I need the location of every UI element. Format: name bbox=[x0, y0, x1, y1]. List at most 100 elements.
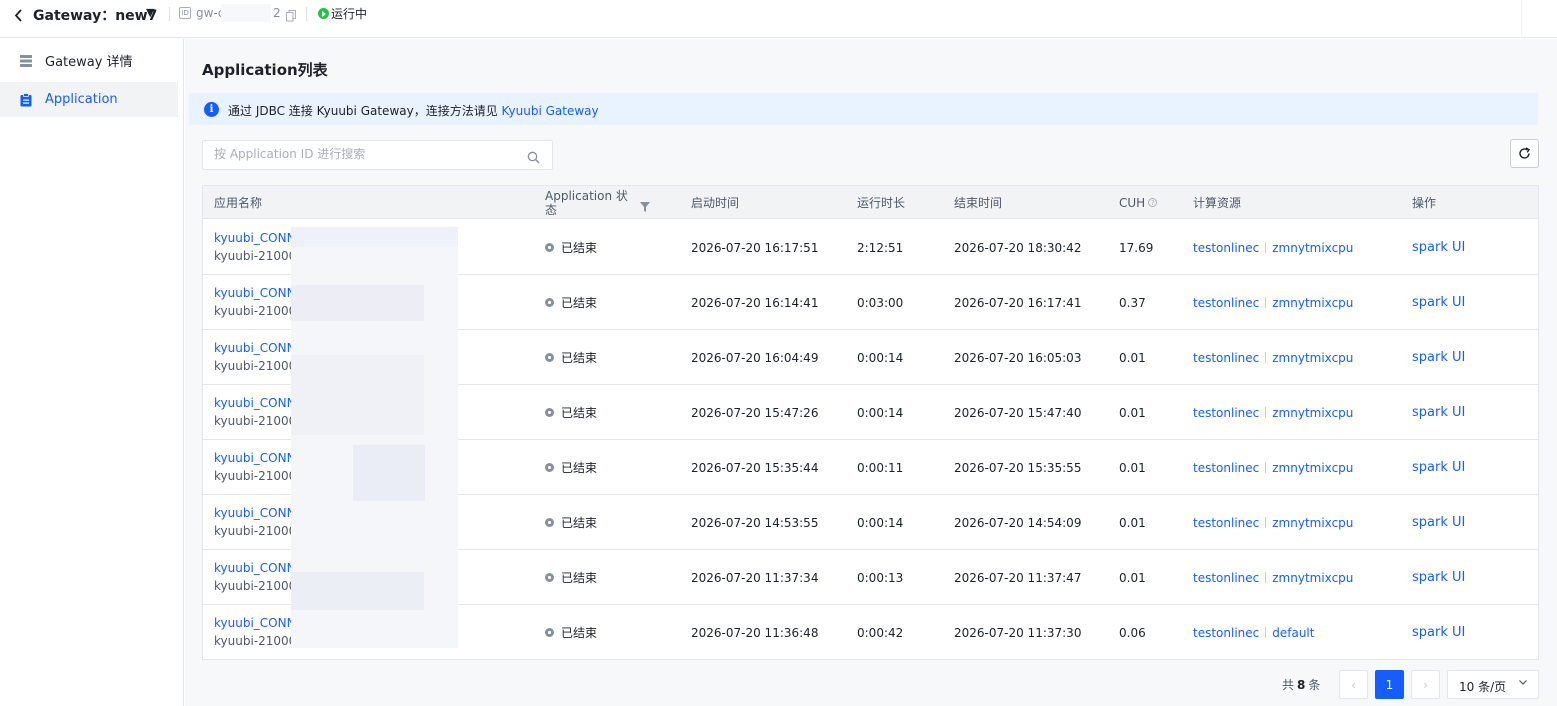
prev-page-button[interactable]: ‹ bbox=[1339, 670, 1368, 699]
resource-queue-link[interactable]: zmnytmixcpu bbox=[1272, 571, 1353, 585]
total-suffix: 条 bbox=[1308, 678, 1321, 692]
refresh-button[interactable] bbox=[1510, 139, 1539, 168]
resource-group-link[interactable]: testonlinec bbox=[1193, 516, 1259, 530]
app-id: kyuubi-21000 bbox=[214, 634, 297, 648]
gateway-id-suffix: 2 bbox=[273, 6, 281, 20]
actions-cell: spark UI bbox=[1412, 275, 1465, 330]
spark-ui-link[interactable]: spark UI bbox=[1412, 350, 1465, 365]
main-content: Application列表 i 通过 JDBC 连接 Kyuubi Gatewa… bbox=[185, 39, 1557, 706]
search-icon[interactable] bbox=[527, 149, 540, 164]
ended-status-icon bbox=[545, 518, 554, 527]
help-icon[interactable]: ? bbox=[1148, 198, 1158, 207]
cuh-value: 0.01 bbox=[1119, 570, 1146, 585]
resources-cell: testonlinec zmnytmixcpu bbox=[1193, 275, 1353, 330]
resources-cell: testonlinec default bbox=[1193, 605, 1314, 660]
divider bbox=[1265, 242, 1267, 253]
status-label: 已结束 bbox=[561, 351, 598, 365]
spark-ui-link[interactable]: spark UI bbox=[1412, 405, 1465, 420]
spark-ui-link[interactable]: spark UI bbox=[1412, 460, 1465, 475]
ended-status-icon bbox=[545, 298, 554, 307]
app-name-link[interactable]: kyuubi_CONN bbox=[214, 451, 296, 465]
resource-group-link[interactable]: testonlinec bbox=[1193, 461, 1259, 475]
spark-ui-link[interactable]: spark UI bbox=[1412, 295, 1465, 310]
gateway-switch-caret-icon[interactable]: ▼ bbox=[146, 6, 154, 19]
start-time: 2026-07-20 16:17:51 bbox=[691, 240, 819, 255]
divider bbox=[1265, 407, 1267, 418]
total-prefix: 共 bbox=[1282, 678, 1295, 692]
actions-cell: spark UI bbox=[1412, 495, 1465, 550]
search-input[interactable] bbox=[214, 147, 514, 161]
duration: 0:00:42 bbox=[857, 625, 904, 640]
status-label: 已结束 bbox=[561, 516, 598, 530]
ended-status-icon bbox=[545, 353, 554, 362]
actions-cell: spark UI bbox=[1412, 330, 1465, 385]
sidebar-item-application[interactable]: Application bbox=[0, 82, 178, 117]
end-time: 2026-07-20 18:30:42 bbox=[954, 240, 1082, 255]
end-time: 2026-07-20 11:37:47 bbox=[954, 570, 1082, 585]
resource-queue-link[interactable]: zmnytmixcpu bbox=[1272, 241, 1353, 255]
spark-ui-link[interactable]: spark UI bbox=[1412, 625, 1465, 640]
spark-ui-link[interactable]: spark UI bbox=[1412, 570, 1465, 585]
kyuubi-gateway-link[interactable]: Kyuubi Gateway bbox=[502, 104, 599, 118]
filter-icon[interactable] bbox=[640, 197, 650, 212]
ended-status-icon bbox=[545, 408, 554, 417]
resources-cell: testonlinec zmnytmixcpu bbox=[1193, 385, 1353, 440]
start-time: 2026-07-20 14:53:55 bbox=[691, 515, 819, 530]
duration: 0:03:00 bbox=[857, 295, 904, 310]
status-cell: 已结束 bbox=[545, 220, 597, 275]
start-time: 2026-07-20 11:36:48 bbox=[691, 625, 819, 640]
resource-group-link[interactable]: testonlinec bbox=[1193, 241, 1259, 255]
resource-queue-link[interactable]: zmnytmixcpu bbox=[1272, 406, 1353, 420]
resource-group-link[interactable]: testonlinec bbox=[1193, 626, 1259, 640]
duration: 0:00:13 bbox=[857, 570, 904, 585]
resource-group-link[interactable]: testonlinec bbox=[1193, 406, 1259, 420]
copy-icon[interactable] bbox=[286, 7, 296, 22]
total-number: 8 bbox=[1297, 678, 1306, 692]
app-name-link[interactable]: kyuubi_CONN bbox=[214, 396, 296, 410]
status-cell: 已结束 bbox=[545, 495, 597, 550]
cuh-value: 0.01 bbox=[1119, 405, 1146, 420]
cuh-value: 0.06 bbox=[1119, 625, 1146, 640]
resource-queue-link[interactable]: zmnytmixcpu bbox=[1272, 461, 1353, 475]
app-name-link[interactable]: kyuubi_CONN bbox=[214, 616, 296, 630]
app-name-link[interactable]: kyuubi_CONN bbox=[214, 231, 296, 245]
resource-group-link[interactable]: testonlinec bbox=[1193, 351, 1259, 365]
duration: 0:00:14 bbox=[857, 350, 904, 365]
resource-queue-link[interactable]: default bbox=[1272, 626, 1314, 640]
app-id: kyuubi-21000 bbox=[214, 524, 297, 538]
page-size-value: 10 条/页 bbox=[1459, 680, 1507, 694]
page-size-select[interactable]: 10 条/页 bbox=[1447, 670, 1539, 699]
running-status: 运行中 bbox=[318, 5, 367, 22]
status-cell: 已结束 bbox=[545, 330, 597, 385]
app-name-link[interactable]: kyuubi_CONN bbox=[214, 286, 296, 300]
divider bbox=[1265, 572, 1267, 583]
status-cell: 已结束 bbox=[545, 550, 597, 605]
resource-queue-link[interactable]: zmnytmixcpu bbox=[1272, 351, 1353, 365]
ended-status-icon bbox=[545, 628, 554, 637]
resource-group-link[interactable]: testonlinec bbox=[1193, 571, 1259, 585]
resource-queue-link[interactable]: zmnytmixcpu bbox=[1272, 296, 1353, 310]
app-name-link[interactable]: kyuubi_CONN bbox=[214, 341, 296, 355]
divider bbox=[1265, 462, 1267, 473]
next-page-button[interactable]: › bbox=[1411, 670, 1440, 699]
resource-group-link[interactable]: testonlinec bbox=[1193, 296, 1259, 310]
id-icon: ID bbox=[179, 7, 191, 19]
sidebar-item-gateway-details[interactable]: Gateway 详情 bbox=[0, 43, 178, 78]
page-1-button[interactable]: 1 bbox=[1375, 670, 1404, 699]
spark-ui-link[interactable]: spark UI bbox=[1412, 240, 1465, 255]
back-arrow-icon[interactable] bbox=[11, 8, 25, 22]
duration: 0:00:11 bbox=[857, 460, 904, 475]
app-name-link[interactable]: kyuubi_CONN bbox=[214, 506, 296, 520]
info-text: 通过 JDBC 连接 Kyuubi Gateway，连接方法请见 Kyuubi … bbox=[228, 102, 599, 119]
resource-queue-link[interactable]: zmnytmixcpu bbox=[1272, 516, 1353, 530]
divider bbox=[1521, 0, 1522, 36]
spark-ui-link[interactable]: spark UI bbox=[1412, 515, 1465, 530]
duration: 2:12:51 bbox=[857, 240, 904, 255]
start-time: 2026-07-20 15:35:44 bbox=[691, 460, 819, 475]
app-name-link[interactable]: kyuubi_CONN bbox=[214, 561, 296, 575]
cuh-value: 0.37 bbox=[1119, 295, 1146, 310]
resources-cell: testonlinec zmnytmixcpu bbox=[1193, 440, 1353, 495]
app-id: kyuubi-21000 bbox=[214, 304, 297, 318]
resources-cell: testonlinec zmnytmixcpu bbox=[1193, 330, 1353, 385]
clipboard-icon bbox=[19, 92, 33, 107]
